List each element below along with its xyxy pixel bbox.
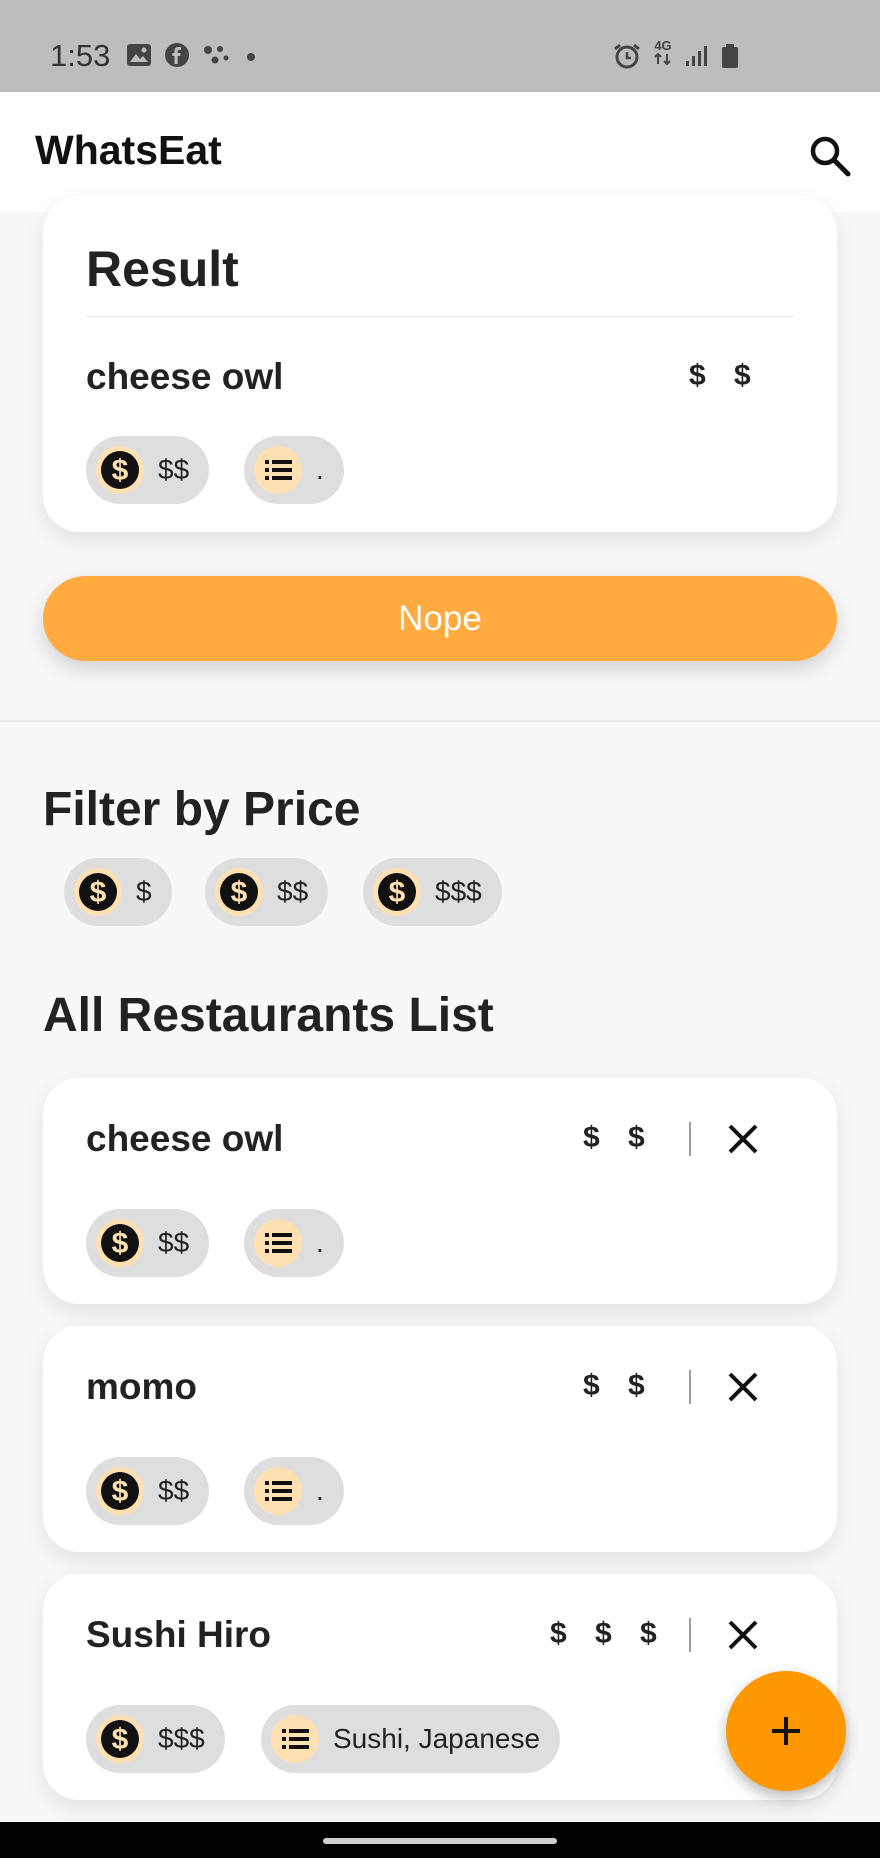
restaurant-price-display: $ $ xyxy=(583,1121,655,1154)
filter-chip-2[interactable]: $ $$ xyxy=(205,858,329,926)
gallery-icon xyxy=(127,44,151,66)
facebook-icon xyxy=(165,43,189,67)
restaurant-price-chip: $ $$ xyxy=(86,1209,210,1277)
restaurant-name: momo xyxy=(86,1366,197,1407)
plus-icon xyxy=(772,1717,800,1745)
app-bar: WhatsEat xyxy=(0,92,880,212)
result-category-chip: . xyxy=(244,436,344,504)
restaurant-name: cheese owl xyxy=(86,1118,284,1159)
restaurant-category-chip: . xyxy=(244,1209,344,1277)
restaurant-price-chip: $ $$ xyxy=(86,1457,210,1525)
result-title: Result xyxy=(86,241,239,297)
filter-chip-3[interactable]: $ $$$ xyxy=(363,858,502,926)
list-icon xyxy=(265,1233,292,1253)
list-icon xyxy=(265,460,292,480)
svg-text:$: $ xyxy=(112,1227,129,1260)
svg-text:$: $ xyxy=(90,876,107,909)
result-restaurant-name: cheese owl xyxy=(86,356,284,397)
list-icon xyxy=(265,1481,292,1501)
list-icon xyxy=(282,1729,309,1749)
close-icon xyxy=(728,1372,758,1402)
home-gesture-bar[interactable] xyxy=(323,1838,557,1844)
delete-button[interactable] xyxy=(719,1363,767,1411)
result-price-chip: $ $$ xyxy=(86,436,210,504)
dollar-icon: $ xyxy=(101,1472,139,1510)
list-title: All Restaurants List xyxy=(43,989,494,1042)
close-icon xyxy=(728,1620,758,1650)
restaurant-price-display: $ $ $ xyxy=(550,1617,667,1650)
svg-text:$: $ xyxy=(389,876,406,909)
search-icon xyxy=(810,136,851,177)
battery-icon xyxy=(722,43,738,68)
filter-chip-1[interactable]: $ $ xyxy=(64,858,172,926)
dollar-icon: $ xyxy=(220,873,258,911)
result-divider xyxy=(86,316,794,317)
dollar-icon: $ xyxy=(101,1720,139,1758)
add-restaurant-button[interactable] xyxy=(726,1671,846,1791)
separator xyxy=(689,1618,691,1652)
dollar-icon: $ xyxy=(378,873,416,911)
restaurant-price-display: $ $ xyxy=(583,1369,655,1402)
restaurant-card[interactable]: cheese owl $ $ $ $$ . xyxy=(43,1078,837,1304)
dot-icon xyxy=(247,53,255,61)
svg-text:$: $ xyxy=(112,1475,129,1508)
app-title: WhatsEat xyxy=(35,127,222,173)
svg-text:$: $ xyxy=(112,1723,129,1756)
status-time: 1:53 xyxy=(50,38,111,73)
separator xyxy=(689,1370,691,1404)
search-button[interactable] xyxy=(800,126,860,186)
dollar-icon: $ xyxy=(79,873,117,911)
delete-button[interactable] xyxy=(719,1611,767,1659)
svg-text:$: $ xyxy=(231,876,248,909)
restaurant-price-chip: $ $$$ xyxy=(86,1705,225,1773)
separator xyxy=(689,1122,691,1156)
result-card: Result cheese owl $ $ $ $$ . xyxy=(43,196,837,532)
svg-text:$: $ xyxy=(112,454,129,487)
dots-app-icon xyxy=(204,46,229,64)
restaurant-category-chip: Sushi, Japanese xyxy=(261,1705,561,1773)
restaurant-name: Sushi Hiro xyxy=(86,1614,272,1655)
navigation-bar xyxy=(0,1822,880,1858)
restaurant-card[interactable]: momo $ $ $ $$ . xyxy=(43,1326,837,1552)
nope-button[interactable]: Nope xyxy=(43,576,837,661)
result-price-display: $ $ xyxy=(689,359,761,392)
close-icon xyxy=(728,1124,758,1154)
network-4g-icon: 4G xyxy=(652,39,674,71)
signal-icon xyxy=(686,45,707,66)
dollar-icon: $ xyxy=(101,1224,139,1262)
alarm-icon xyxy=(614,43,640,68)
filter-title: Filter by Price xyxy=(43,783,361,836)
dollar-icon: $ xyxy=(101,451,139,489)
delete-button[interactable] xyxy=(719,1115,767,1163)
status-bar: 1:53 4G xyxy=(0,0,880,92)
restaurant-card[interactable]: Sushi Hiro $ $ $ $ $$$ Sushi, Japanese xyxy=(43,1574,837,1800)
section-divider xyxy=(0,720,880,722)
restaurant-category-chip: . xyxy=(244,1457,344,1525)
